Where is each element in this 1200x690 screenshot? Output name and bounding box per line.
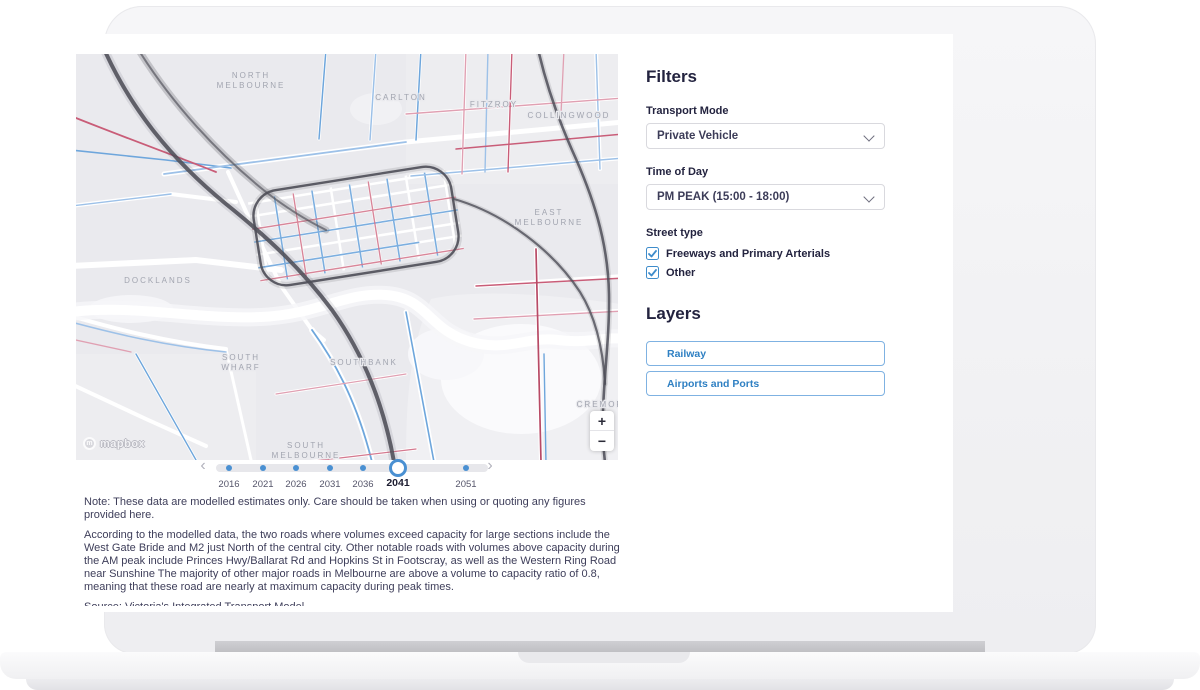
mapbox-wordmark: mapbox	[100, 438, 145, 450]
timeline-dot-2016[interactable]	[226, 465, 232, 471]
map-label-collingwood: COLLINGWOOD	[528, 111, 611, 120]
timeline-year-label[interactable]: 2051	[455, 479, 476, 490]
timeline-track[interactable]	[216, 464, 488, 472]
note-source: Source: Victoria's Integrated Transport …	[84, 601, 621, 606]
zoom-out-button[interactable]: −	[590, 431, 614, 451]
map-label-docklands: DOCKLANDS	[124, 276, 192, 285]
timeline-year-label-selected[interactable]: 2041	[386, 477, 409, 489]
svg-text:WHARF: WHARF	[221, 363, 260, 372]
street-type-label: Street type	[646, 227, 703, 239]
street-type-option-freeways[interactable]: Freeways and Primary Arterials	[646, 246, 830, 261]
transport-mode-value: Private Vehicle	[657, 130, 738, 142]
map-label-carlton: CARLTON	[375, 93, 427, 102]
checkbox-checked-icon[interactable]	[646, 266, 659, 279]
mapbox-icon: m	[83, 437, 96, 450]
chevron-down-icon	[863, 191, 874, 202]
map-canvas[interactable]: NORTH MELBOURNE CARLTON FITZROY COLLINGW…	[76, 54, 618, 460]
chevron-down-icon	[863, 130, 874, 141]
timeline-year-label[interactable]: 2026	[285, 479, 306, 490]
checkbox-checked-icon[interactable]	[646, 247, 659, 260]
laptop-base-notch	[518, 652, 690, 663]
note-analysis: According to the modelled data, the two …	[84, 529, 621, 594]
timeline-prev-button[interactable]: ‹	[200, 458, 205, 474]
note-disclaimer: Note: These data are modelled estimates …	[84, 496, 621, 522]
map-label-fitzroy: FITZROY	[470, 100, 518, 109]
map-zoom-control: + −	[590, 411, 614, 451]
timeline-dot-2031[interactable]	[327, 465, 333, 471]
zoom-in-button[interactable]: +	[590, 411, 614, 431]
street-type-option-label: Freeways and Primary Arterials	[666, 248, 830, 260]
filters-panel: Filters Transport Mode Private Vehicle T…	[646, 67, 885, 607]
timeline-dot-2026[interactable]	[293, 465, 299, 471]
map-label-cremorne: CREMORNE	[577, 400, 618, 409]
filters-title: Filters	[646, 67, 697, 87]
svg-text:MELBOURNE: MELBOURNE	[217, 81, 286, 90]
map-label-north-melbourne: NORTH	[232, 71, 270, 80]
transport-mode-label: Transport Mode	[646, 105, 729, 117]
timeline-year-label[interactable]: 2021	[252, 479, 273, 490]
street-type-option-label: Other	[666, 267, 695, 279]
mapbox-logo[interactable]: m mapbox	[83, 437, 145, 450]
time-of-day-label: Time of Day	[646, 166, 708, 178]
timeline-year-label[interactable]: 2031	[319, 479, 340, 490]
map-label-south-wharf: SOUTH	[222, 353, 260, 362]
street-type-option-other[interactable]: Other	[646, 265, 695, 280]
map-label-southbank: SOUTHBANK	[330, 358, 398, 367]
notes-section: Note: These data are modelled estimates …	[84, 496, 621, 612]
layer-button-railway[interactable]: Railway	[646, 341, 885, 366]
time-of-day-value: PM PEAK (15:00 - 18:00)	[657, 191, 789, 203]
map-label-east-melbourne: EAST	[535, 208, 564, 217]
svg-text:MELBOURNE: MELBOURNE	[515, 218, 584, 227]
timeline-dot-2051[interactable]	[463, 465, 469, 471]
timeline-dot-2041-selected[interactable]	[389, 459, 407, 477]
laptop-base-lip	[26, 679, 1174, 690]
timeline-year-label[interactable]: 2016	[218, 479, 239, 490]
time-of-day-select[interactable]: PM PEAK (15:00 - 18:00)	[646, 184, 885, 210]
svg-text:MELBOURNE: MELBOURNE	[272, 451, 341, 460]
timeline-next-button[interactable]: ›	[487, 458, 492, 474]
map-graphics: NORTH MELBOURNE CARLTON FITZROY COLLINGW…	[76, 54, 618, 460]
transport-mode-select[interactable]: Private Vehicle	[646, 123, 885, 149]
app-viewport: NORTH MELBOURNE CARLTON FITZROY COLLINGW…	[41, 34, 953, 612]
layer-button-airports-ports[interactable]: Airports and Ports	[646, 371, 885, 396]
map-label-south-melbourne: SOUTH	[287, 441, 325, 450]
timeline-year-label[interactable]: 2036	[352, 479, 373, 490]
timeline-dot-2036[interactable]	[360, 465, 366, 471]
timeline-dot-2021[interactable]	[260, 465, 266, 471]
layers-title: Layers	[646, 304, 701, 324]
